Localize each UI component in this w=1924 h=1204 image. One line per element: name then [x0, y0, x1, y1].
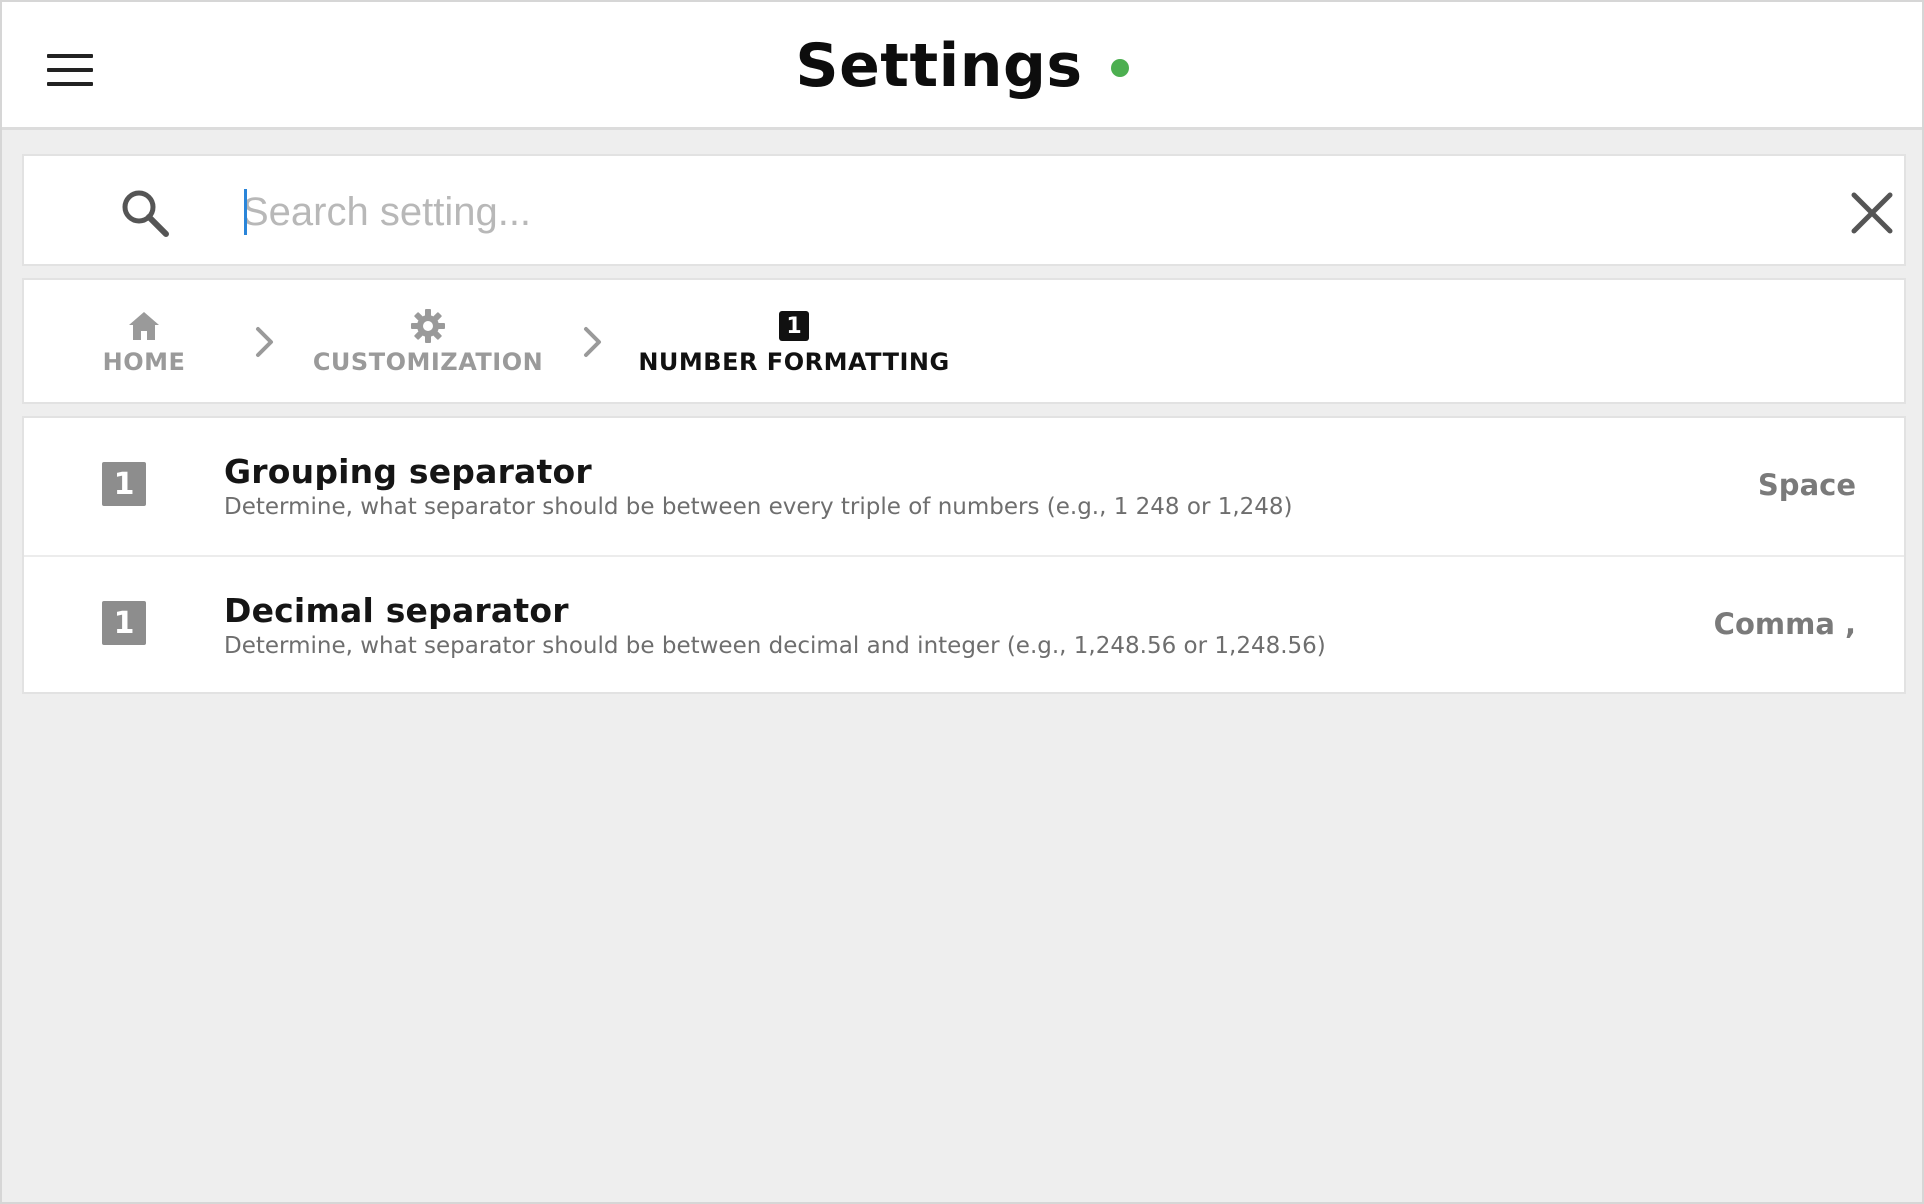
gear-icon — [411, 309, 445, 343]
setting-title: Grouping separator — [224, 452, 592, 491]
page-title: Settings — [795, 31, 1083, 101]
chevron-right-icon — [256, 327, 273, 357]
breadcrumb: HOME CUSTOMIZATION 1 NUMBER FORMATTING — [22, 278, 1906, 404]
breadcrumb-number-formatting-label: NUMBER FORMATTING — [638, 348, 950, 376]
breadcrumb-customization-label: CUSTOMIZATION — [312, 348, 544, 376]
number-badge-icon: 1 — [102, 601, 146, 645]
setting-row-grouping-separator[interactable]: 1 Grouping separator Determine, what sep… — [24, 418, 1904, 555]
number-badge-icon: 1 — [779, 311, 809, 341]
setting-title: Decimal separator — [224, 591, 569, 630]
breadcrumb-number-formatting[interactable]: 1 NUMBER FORMATTING — [632, 308, 956, 376]
text-caret — [244, 189, 247, 235]
breadcrumb-home[interactable]: HOME — [86, 308, 202, 376]
title-wrap: Settings — [2, 2, 1922, 130]
setting-description: Determine, what separator should be betw… — [224, 494, 1293, 520]
app-window: Settings HOME — [0, 0, 1924, 1204]
search-icon — [122, 190, 169, 237]
home-icon — [129, 312, 159, 340]
chevron-right-icon — [584, 327, 601, 357]
app-header: Settings — [2, 2, 1922, 130]
breadcrumb-home-label: HOME — [102, 348, 186, 376]
search-bar — [22, 154, 1906, 266]
number-badge-icon: 1 — [102, 462, 146, 506]
search-input[interactable] — [242, 180, 1742, 244]
hamburger-menu-icon[interactable] — [38, 44, 102, 96]
setting-value: Comma , — [1713, 607, 1856, 641]
setting-value: Space — [1757, 468, 1856, 502]
close-icon[interactable] — [1844, 186, 1900, 240]
status-indicator-dot — [1110, 59, 1129, 77]
breadcrumb-customization[interactable]: CUSTOMIZATION — [306, 308, 550, 376]
settings-list: 1 Grouping separator Determine, what sep… — [22, 416, 1906, 694]
setting-row-decimal-separator[interactable]: 1 Decimal separator Determine, what sepa… — [24, 555, 1904, 692]
setting-description: Determine, what separator should be betw… — [224, 633, 1326, 659]
